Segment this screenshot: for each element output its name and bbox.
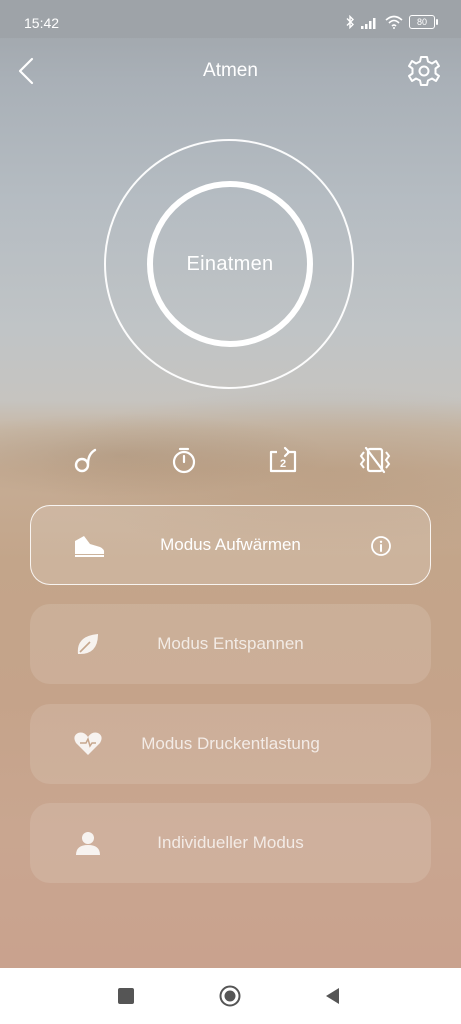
wifi-icon (385, 15, 403, 29)
timer-button[interactable] (164, 440, 204, 480)
page-title: Atmen (203, 60, 258, 81)
gear-icon[interactable] (407, 54, 441, 88)
mode-warmup-card[interactable]: Modus Aufwärmen (30, 505, 431, 585)
music-note-icon (74, 448, 97, 473)
breathing-screen: 15:42 80 Atmen Einatmen 2 Modus Aufwärme… (0, 0, 461, 968)
recents-button[interactable] (115, 985, 137, 1007)
mode-custom-card[interactable]: Individueller Modus (30, 803, 431, 883)
info-icon[interactable] (370, 535, 392, 557)
control-bar: 2 (0, 440, 461, 480)
app-bar: Atmen (0, 38, 461, 104)
back-triangle-icon (326, 988, 339, 1004)
breathing-inner-ring[interactable]: Einatmen (147, 181, 313, 347)
vibration-button[interactable] (355, 440, 395, 480)
status-bar: 15:42 80 (0, 0, 461, 38)
mode-custom-label: Individueller Modus (157, 833, 304, 852)
mode-pressure-label: Modus Druckentlastung (141, 734, 320, 753)
mode-pressure-card[interactable]: Modus Druckentlastung (30, 704, 431, 784)
square-icon (118, 988, 134, 1004)
system-nav-bar (0, 968, 461, 1024)
battery-level: 80 (416, 17, 427, 27)
status-time: 15:42 (24, 15, 60, 31)
mode-relax-label: Modus Entspannen (157, 634, 304, 653)
repeat-icon: 2 (269, 446, 297, 473)
back-button[interactable] (322, 985, 344, 1007)
home-button[interactable] (219, 985, 241, 1007)
repeat-count: 2 (280, 458, 286, 470)
bluetooth-icon (346, 15, 354, 29)
status-icons: 80 (345, 14, 438, 30)
breath-phase-label: Einatmen (186, 252, 274, 275)
mode-relax-card[interactable]: Modus Entspannen (30, 604, 431, 684)
home-circle-icon (219, 985, 241, 1007)
battery-icon: 80 (409, 15, 438, 29)
signal-icon (361, 17, 376, 29)
repeat-button[interactable]: 2 (263, 440, 303, 480)
timer-icon (172, 447, 196, 474)
vibration-off-icon (359, 446, 391, 474)
music-button[interactable] (66, 440, 106, 480)
